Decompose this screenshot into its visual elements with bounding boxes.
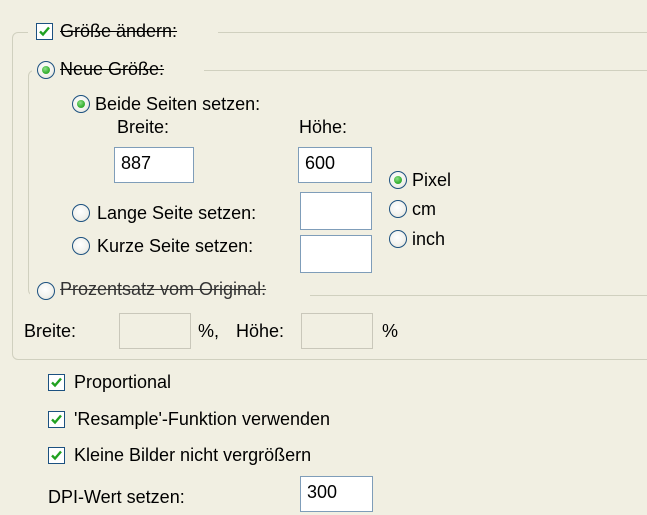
no-enlarge-label: Kleine Bilder nicht vergrößern [74, 445, 312, 465]
short-side-input[interactable] [300, 235, 372, 273]
proportional-checkbox[interactable] [48, 374, 65, 391]
dpi-input[interactable]: 300 [300, 476, 373, 512]
resample-label: 'Resample'-Funktion verwenden [74, 409, 330, 429]
percentage-radio[interactable] [37, 282, 55, 300]
resize-options-panel: { "resize": { "label": "Größe ändern:", … [0, 0, 647, 515]
resize-checkbox-label: Größe ändern: [60, 21, 178, 41]
percentage-width-label: Breite: [24, 321, 77, 341]
unit-pixel-radio[interactable] [389, 171, 407, 189]
percentage-height-unit: % [382, 321, 399, 341]
short-side-label: Kurze Seite setzen: [97, 236, 254, 256]
percentage-height-input[interactable] [301, 313, 373, 349]
resize-checkbox[interactable] [36, 23, 53, 40]
unit-cm-radio[interactable] [389, 200, 407, 218]
checkmark-icon [51, 414, 62, 425]
unit-inch-radio[interactable] [389, 230, 407, 248]
width-label: Breite: [117, 117, 170, 137]
height-input[interactable]: 600 [298, 147, 372, 183]
height-label: Höhe: [299, 117, 348, 137]
short-side-radio[interactable] [72, 237, 90, 255]
unit-cm-label: cm [412, 199, 436, 219]
proportional-label: Proportional [74, 372, 172, 392]
percentage-radio-label: Prozentsatz vom Original: [60, 279, 267, 299]
no-enlarge-checkbox[interactable] [48, 447, 65, 464]
checkmark-icon [51, 377, 62, 388]
unit-inch-label: inch [412, 229, 446, 249]
long-side-radio[interactable] [72, 204, 90, 222]
percentage-width-unit: %, [198, 321, 220, 341]
new-size-radio[interactable] [37, 61, 55, 79]
checkmark-icon [39, 26, 50, 37]
both-sides-radio[interactable] [72, 95, 90, 113]
percentage-width-input[interactable] [119, 313, 191, 349]
long-side-input[interactable] [300, 192, 372, 230]
checkmark-icon [51, 450, 62, 461]
percentage-height-label: Höhe: [236, 321, 285, 341]
resample-checkbox[interactable] [48, 411, 65, 428]
both-sides-label: Beide Seiten setzen: [95, 94, 261, 114]
long-side-label: Lange Seite setzen: [97, 203, 257, 223]
dpi-label: DPI-Wert setzen: [48, 487, 185, 507]
width-input[interactable]: 887 [114, 147, 194, 183]
unit-pixel-label: Pixel [412, 170, 452, 190]
new-size-radio-label: Neue Größe: [60, 59, 165, 79]
